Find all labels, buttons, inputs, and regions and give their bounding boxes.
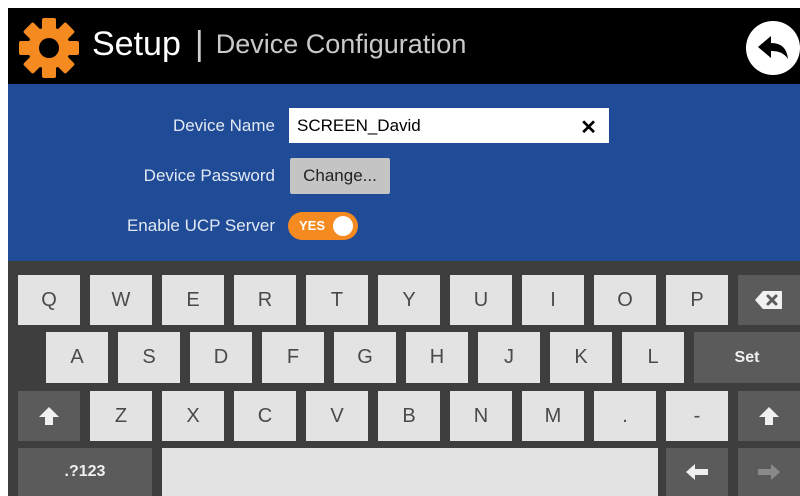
- key-g[interactable]: G: [334, 332, 396, 383]
- title-separator: |: [194, 24, 204, 63]
- key-s[interactable]: S: [118, 332, 180, 383]
- key-t[interactable]: T: [306, 275, 368, 325]
- key-v[interactable]: V: [306, 391, 368, 441]
- key-a[interactable]: A: [46, 332, 108, 383]
- key-b[interactable]: B: [378, 391, 440, 441]
- device-setup-window: Setup | Device Configuration Device Name…: [8, 8, 800, 496]
- ucp-server-toggle[interactable]: YES: [288, 212, 358, 240]
- toggle-knob: [333, 216, 353, 236]
- key-m[interactable]: M: [522, 391, 584, 441]
- key-w[interactable]: W: [90, 275, 152, 325]
- page-title: Setup | Device Configuration: [92, 22, 466, 66]
- title-main: Setup: [92, 24, 181, 63]
- key-p[interactable]: P: [666, 275, 728, 325]
- title-subtitle: Device Configuration: [215, 28, 467, 59]
- key-h[interactable]: H: [406, 332, 468, 383]
- key-o[interactable]: O: [594, 275, 656, 325]
- key-c[interactable]: C: [234, 391, 296, 441]
- on-screen-keyboard: Q W E R T Y U I O P A S D F G H J K L Se…: [8, 261, 800, 496]
- key-r[interactable]: R: [234, 275, 296, 325]
- key-x[interactable]: X: [162, 391, 224, 441]
- header-bar: Setup | Device Configuration: [8, 8, 800, 82]
- set-key[interactable]: Set: [694, 332, 800, 383]
- configuration-form: Device Name SCREEN_David ✕ Device Passwo…: [8, 84, 800, 261]
- change-password-button[interactable]: Change...: [290, 158, 390, 194]
- shift-icon: [39, 407, 59, 425]
- shift-key-right[interactable]: [738, 391, 800, 441]
- key-z[interactable]: Z: [90, 391, 152, 441]
- back-arrow-icon: [758, 36, 788, 59]
- numeric-key[interactable]: .?123: [18, 448, 152, 496]
- key-u[interactable]: U: [450, 275, 512, 325]
- key-q[interactable]: Q: [18, 275, 80, 325]
- toggle-state-label: YES: [299, 218, 326, 233]
- key-e[interactable]: E: [162, 275, 224, 325]
- key-l[interactable]: L: [622, 332, 684, 383]
- space-bar[interactable]: [162, 448, 658, 496]
- key-hyphen[interactable]: -: [666, 391, 728, 441]
- key-n[interactable]: N: [450, 391, 512, 441]
- key-k[interactable]: K: [550, 332, 612, 383]
- left-arrow-key[interactable]: [666, 448, 728, 496]
- left-arrow-icon: [686, 464, 708, 480]
- key-d[interactable]: D: [190, 332, 252, 383]
- right-arrow-icon: [758, 464, 780, 480]
- clear-icon[interactable]: ✕: [580, 115, 597, 140]
- backspace-icon: [755, 291, 782, 309]
- device-name-value[interactable]: SCREEN_David: [297, 116, 421, 136]
- ucp-server-label: Enable UCP Server: [126, 216, 275, 235]
- device-name-label: Device Name: [172, 116, 275, 135]
- key-period[interactable]: .: [594, 391, 656, 441]
- shift-key-left[interactable]: [18, 391, 80, 441]
- device-password-label: Device Password: [143, 166, 275, 185]
- shift-icon: [759, 407, 779, 425]
- device-name-field[interactable]: SCREEN_David ✕: [289, 108, 609, 143]
- back-button[interactable]: [746, 21, 800, 75]
- key-y[interactable]: Y: [378, 275, 440, 325]
- backspace-key[interactable]: [738, 275, 800, 325]
- right-arrow-key[interactable]: [738, 448, 800, 496]
- key-i[interactable]: I: [522, 275, 584, 325]
- key-f[interactable]: F: [262, 332, 324, 383]
- key-j[interactable]: J: [478, 332, 540, 383]
- gear-icon: [19, 18, 79, 78]
